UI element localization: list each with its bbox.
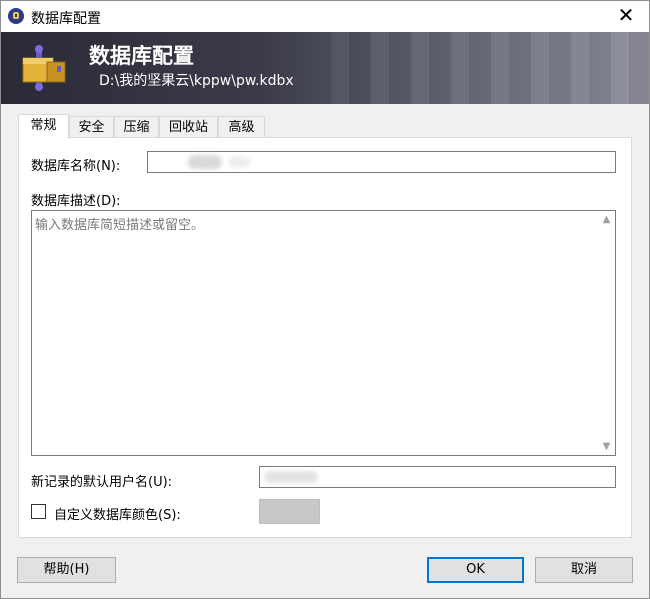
- banner-decoration: [331, 32, 649, 104]
- title-bar: 数据库配置 ✕: [1, 1, 649, 32]
- database-name-label: 数据库名称(N):: [31, 159, 121, 174]
- custom-color-label: 自定义数据库颜色(S):: [54, 508, 181, 523]
- tab-recycle-bin[interactable]: 回收站: [159, 116, 218, 138]
- tab-advanced[interactable]: 高级: [218, 116, 265, 138]
- database-icon: [22, 45, 66, 91]
- help-button[interactable]: 帮助(H): [17, 557, 116, 583]
- database-path: D:\我的坚果云\kppw\pw.kdbx: [99, 73, 294, 89]
- cancel-button[interactable]: 取消: [535, 557, 633, 583]
- scroll-up-icon[interactable]: ▲: [598, 211, 615, 228]
- lock-icon: [8, 8, 24, 24]
- ok-button[interactable]: OK: [427, 557, 524, 583]
- database-settings-dialog: 数据库配置 ✕ 数据库配置 D:\我的坚果云\kppw\pw.kdbx 常规 安…: [0, 0, 650, 599]
- default-username-label: 新记录的默认用户名(U):: [31, 475, 173, 490]
- database-description-textarea[interactable]: 输入数据库简短描述或留空。 ▲ ▼: [31, 210, 616, 456]
- default-username-input[interactable]: [259, 466, 616, 488]
- header-banner: 数据库配置 D:\我的坚果云\kppw\pw.kdbx: [1, 32, 649, 104]
- redacted-text: [188, 155, 222, 169]
- description-scrollbar[interactable]: ▲ ▼: [598, 211, 615, 455]
- database-name-input[interactable]: [147, 151, 616, 173]
- close-icon[interactable]: ✕: [603, 1, 649, 32]
- window-title: 数据库配置: [31, 11, 101, 27]
- scroll-down-icon[interactable]: ▼: [598, 438, 615, 455]
- redacted-text: [228, 157, 250, 167]
- tab-security[interactable]: 安全: [69, 116, 114, 138]
- color-swatch-button[interactable]: [259, 499, 320, 524]
- banner-title: 数据库配置: [89, 44, 194, 68]
- description-placeholder: 输入数据库简短描述或留空。: [35, 218, 205, 233]
- general-tab-panel: 数据库名称(N): 数据库描述(D): 输入数据库简短描述或留空。 ▲ ▼ 新记…: [18, 137, 632, 538]
- database-description-label: 数据库描述(D):: [31, 194, 121, 209]
- custom-color-checkbox[interactable]: [31, 504, 46, 519]
- redacted-text: [264, 471, 318, 483]
- tab-general[interactable]: 常规: [18, 114, 69, 139]
- tab-compression[interactable]: 压缩: [114, 116, 159, 138]
